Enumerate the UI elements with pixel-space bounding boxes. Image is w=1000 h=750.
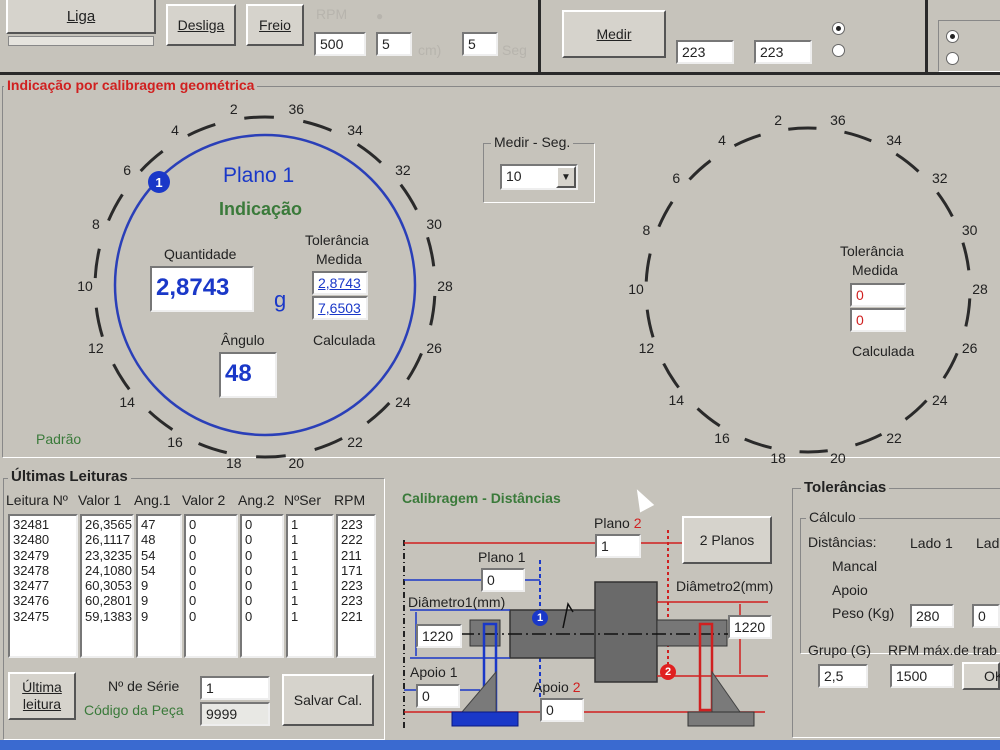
taskbar <box>0 740 1000 750</box>
calculo-title: Cálculo <box>806 509 859 525</box>
plano2-num: 2 <box>633 515 642 531</box>
apoio2-text: Apoio <box>533 679 569 695</box>
plano1-field[interactable]: 0 <box>481 568 525 592</box>
apoio2-num: 2 <box>572 679 581 695</box>
plano2-text: Plano <box>594 515 630 531</box>
diam2-field[interactable]: 1220 <box>728 615 772 639</box>
peso-field-1[interactable]: 280 <box>910 604 954 628</box>
peso-field-2[interactable]: 0 <box>972 604 1000 628</box>
lado1-label: Lado 1 <box>910 535 953 551</box>
distancias-label: Distâncias: <box>808 534 877 550</box>
mancal-label: Mancal <box>832 558 878 574</box>
ok-button[interactable]: OK <box>962 662 1000 690</box>
apoio2-label: Apoio 2 <box>533 679 581 696</box>
grupo-label: Grupo (G) <box>808 642 872 658</box>
apoio1-label: Apoio 1 <box>410 664 458 680</box>
grupo-field[interactable]: 2,5 <box>818 664 868 688</box>
rpm-max-field[interactable]: 1500 <box>890 664 954 688</box>
apoio-label: Apoio <box>832 582 868 598</box>
plane2-marker: 2 <box>660 664 676 680</box>
diam1-field[interactable]: 1220 <box>416 624 462 648</box>
rpm-max-label: RPM máx.de trab <box>888 642 997 658</box>
plane1-marker: 1 <box>532 610 548 626</box>
dois-planos-button[interactable]: 2 Planos <box>682 516 772 564</box>
tolerancias-title: Tolerâncias <box>801 480 890 496</box>
plano2-field[interactable]: 1 <box>595 534 641 558</box>
peso-label: Peso (Kg) <box>832 605 895 621</box>
lado2-label: Lad <box>976 535 1000 551</box>
plano1-label: Plano 1 <box>478 549 526 565</box>
diam2-label: Diâmetro2(mm) <box>676 578 774 594</box>
plano2-label: Plano 2 <box>594 515 642 532</box>
diam1-label: Diâmetro1(mm) <box>408 594 506 610</box>
apoio2-field[interactable]: 0 <box>540 698 584 722</box>
apoio1-field[interactable]: 0 <box>416 684 460 708</box>
